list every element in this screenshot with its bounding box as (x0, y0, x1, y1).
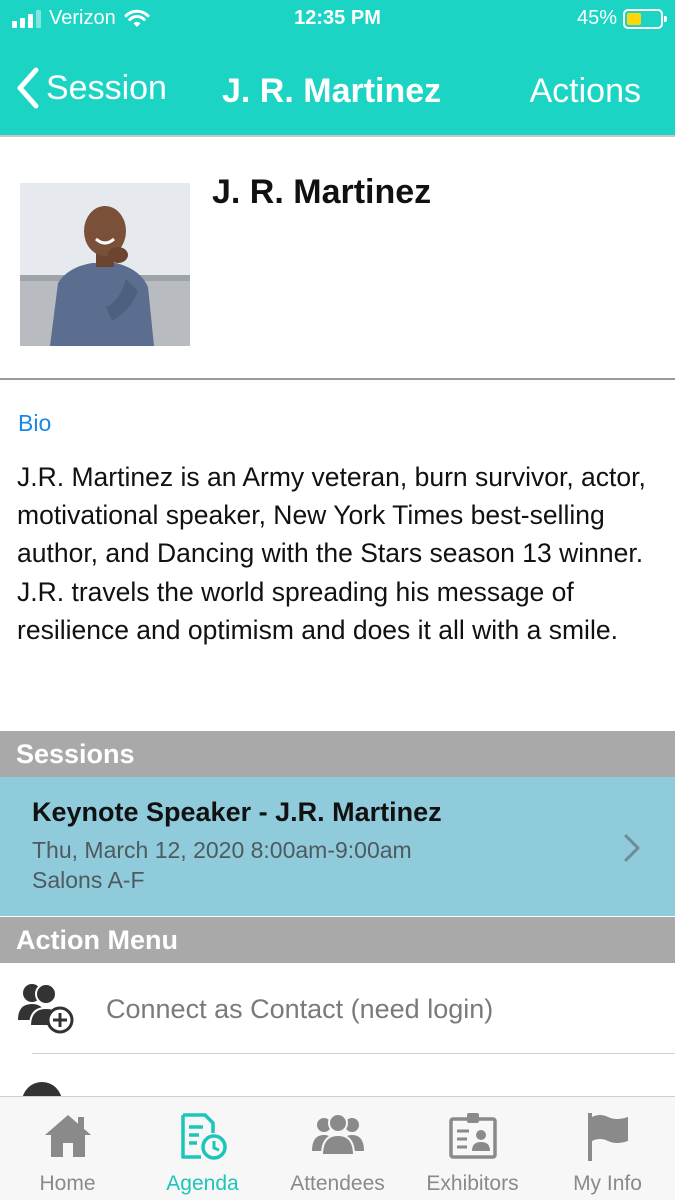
tab-my-info-label: My Info (573, 1172, 642, 1195)
attendees-icon (311, 1113, 364, 1156)
session-title: Keynote Speaker - J.R. Martinez (32, 797, 442, 827)
tab-attendees[interactable]: Attendees (270, 1097, 405, 1200)
add-contact-icon (18, 983, 74, 1034)
tab-exhibitors-label: Exhibitors (426, 1172, 519, 1195)
chat-icon (22, 1082, 62, 1096)
flag-icon (587, 1113, 628, 1161)
session-item[interactable]: Keynote Speaker - J.R. Martinez Thu, Mar… (0, 777, 675, 916)
nav-title: J. R. Martinez (222, 72, 442, 110)
tab-home[interactable]: Home (0, 1097, 135, 1200)
exhibitors-icon (448, 1113, 497, 1159)
session-room: Salons A-F (32, 867, 145, 893)
navigation-bar: Session J. R. Martinez Actions (0, 58, 675, 122)
connect-contact-label: Connect as Contact (need login) (106, 994, 494, 1024)
tab-home-label: Home (39, 1172, 96, 1195)
speaker-name: J. R. Martinez (212, 173, 432, 211)
status-time: 12:35 PM (294, 7, 381, 29)
speaker-profile: J. R. Martinez (0, 138, 675, 380)
home-icon (44, 1115, 91, 1157)
back-label: Session (46, 68, 167, 107)
connect-contact-button[interactable]: Connect as Contact (need login) (0, 963, 675, 1055)
tab-exhibitors[interactable]: Exhibitors (405, 1097, 540, 1200)
tab-agenda[interactable]: Agenda (135, 1097, 270, 1200)
status-right: 45% (576, 7, 667, 30)
status-bar: Verizon 12:35 PM 45% (0, 0, 675, 38)
chevron-left-icon (17, 67, 39, 109)
battery-icon (623, 8, 667, 29)
chat-button[interactable] (0, 1054, 675, 1096)
app-header: Verizon 12:35 PM 45% Session J. R. Marti… (0, 0, 675, 137)
back-button[interactable]: Session (16, 66, 167, 110)
tab-attendees-label: Attendees (290, 1172, 385, 1195)
actions-button[interactable]: Actions (530, 72, 642, 111)
bio-label: Bio (18, 410, 52, 436)
sessions-header: Sessions (0, 731, 675, 777)
bio-text: J.R. Martinez is an Army veteran, burn s… (17, 462, 646, 645)
tab-bar: Home Agenda Attendees Exhibitors My Info (0, 1096, 675, 1200)
speaker-photo (20, 183, 190, 346)
tab-agenda-label: Agenda (166, 1172, 239, 1195)
tab-my-info[interactable]: My Info (540, 1097, 675, 1200)
agenda-icon (180, 1113, 227, 1160)
session-time: Thu, March 12, 2020 8:00am-9:00am (32, 837, 412, 863)
battery-percent: 45% (576, 7, 617, 29)
action-menu-header: Action Menu (0, 917, 675, 963)
chevron-right-icon (624, 834, 640, 862)
